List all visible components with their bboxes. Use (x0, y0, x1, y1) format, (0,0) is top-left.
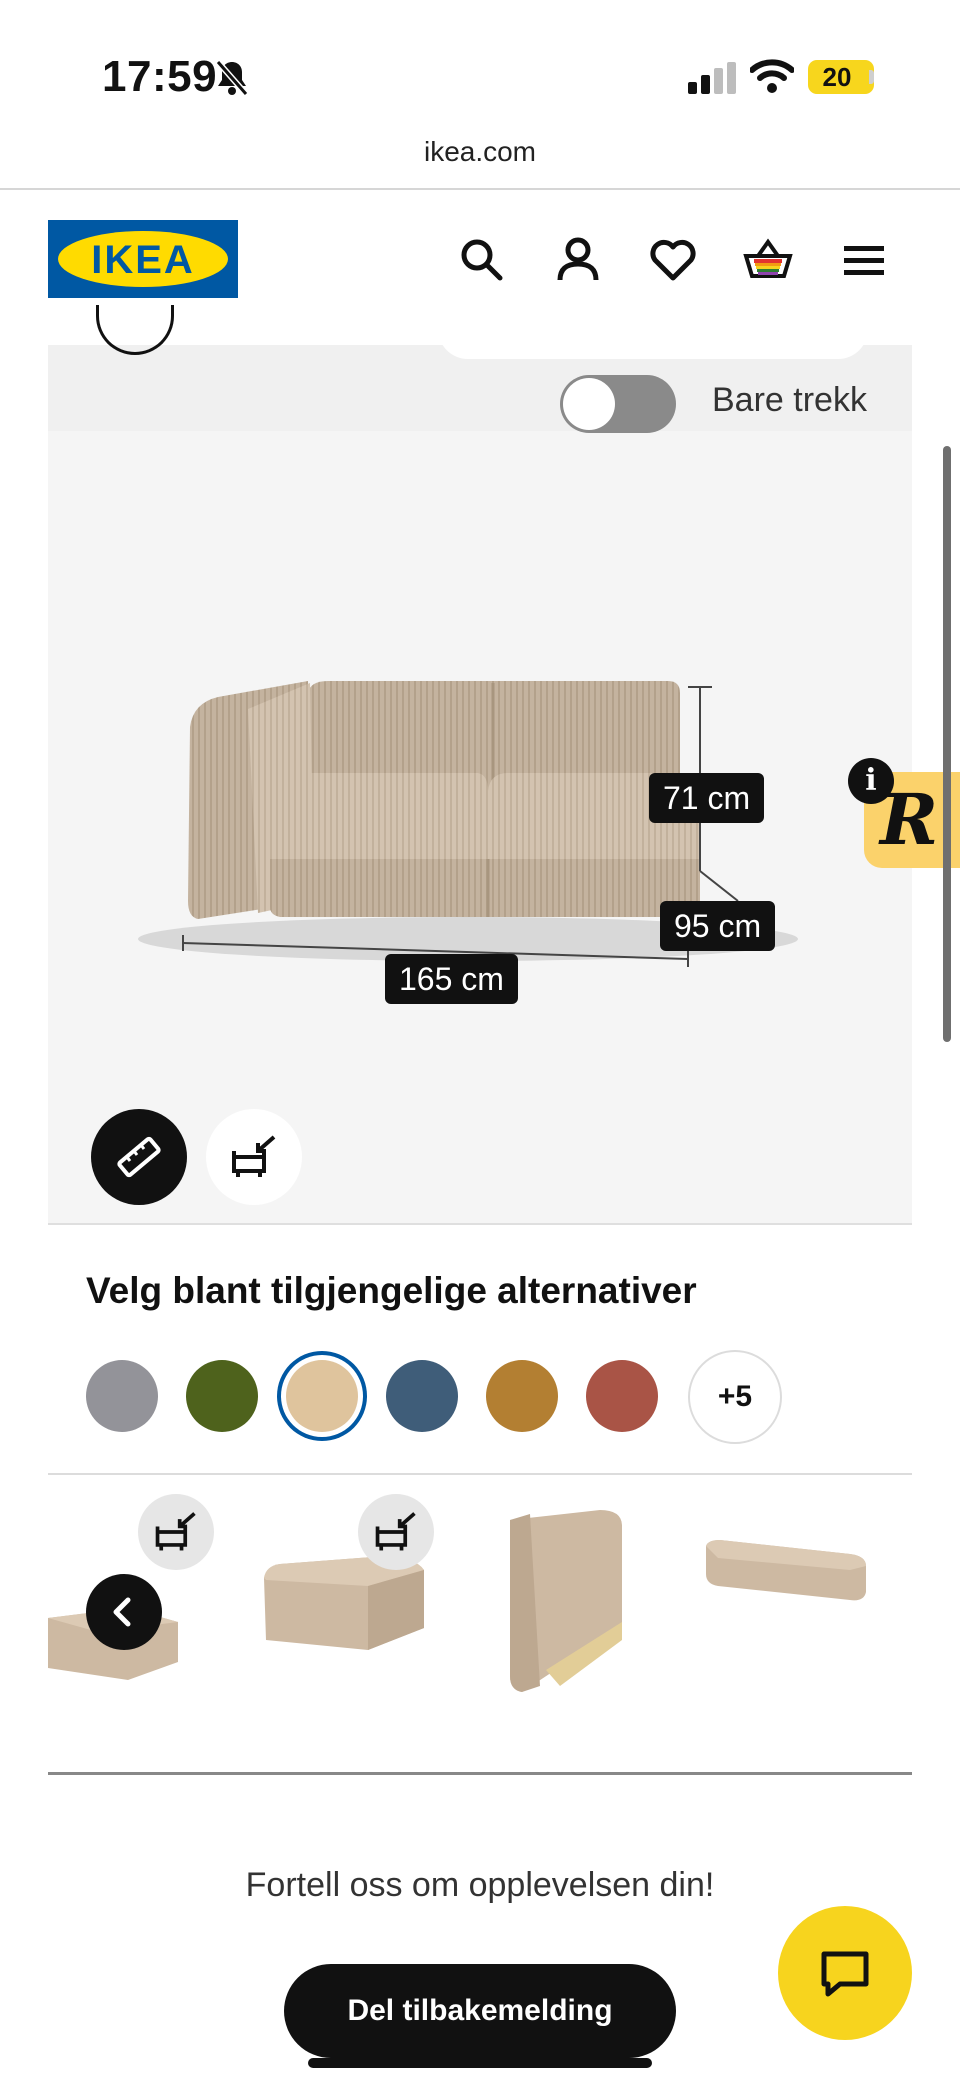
color-swatch-red[interactable] (586, 1360, 658, 1432)
view-controls-strip: Bare trekk (48, 305, 912, 433)
search-icon[interactable] (456, 234, 508, 286)
svg-text:IKEA: IKEA (91, 238, 195, 282)
section-divider (48, 1473, 912, 1475)
status-bar: 17:59 20 (0, 0, 960, 130)
account-icon[interactable] (552, 234, 604, 286)
battery-level: 20 (822, 62, 852, 92)
battery-icon: 20 (808, 60, 874, 94)
width-dimension-label: 165 cm (385, 954, 518, 1004)
carousel-prev-button[interactable] (86, 1574, 162, 1650)
browser-url-bar[interactable]: ikea.com (0, 130, 960, 190)
measurements-button[interactable] (91, 1109, 187, 1205)
sofa-arrow-icon (232, 1135, 276, 1177)
ikea-logo[interactable]: IKEA (48, 220, 238, 298)
partial-circle-button[interactable] (96, 305, 174, 355)
color-swatch-grey[interactable] (86, 1360, 158, 1432)
room-view-badge-1[interactable] (138, 1494, 214, 1570)
basket-icon[interactable] (742, 234, 794, 286)
room-view-button[interactable] (206, 1109, 302, 1205)
cover-only-label: Bare trekk (712, 381, 867, 419)
sofa-arrow-icon (155, 1512, 196, 1551)
info-icon[interactable]: i (848, 758, 894, 804)
chevron-left-icon (113, 1597, 131, 1627)
scrollbar[interactable] (943, 446, 951, 1042)
menu-icon[interactable] (838, 234, 890, 286)
options-title: Velg blant tilgjengelige alternativer (86, 1270, 697, 1311)
color-swatch-green[interactable] (186, 1360, 258, 1432)
home-indicator (308, 2058, 652, 2068)
more-colors-button[interactable]: +5 (688, 1350, 782, 1444)
depth-dimension-label: 95 cm (660, 901, 776, 951)
chat-bubble-icon (821, 1951, 869, 1997)
cellular-signal-icon (688, 62, 738, 94)
module-thumb-4[interactable] (700, 1500, 870, 1720)
ruler-icon (117, 1136, 161, 1178)
height-dimension-label: 71 cm (649, 773, 765, 823)
section-divider-dark (48, 1772, 912, 1775)
chat-button[interactable] (778, 1906, 912, 2040)
color-swatch-ochre[interactable] (486, 1360, 558, 1432)
heart-icon[interactable] (647, 234, 699, 286)
battery-tip (869, 70, 874, 84)
module-thumb-3[interactable] (500, 1500, 630, 1720)
bell-slash-icon (214, 58, 250, 98)
wifi-icon (749, 58, 795, 94)
cover-only-toggle[interactable] (560, 375, 676, 433)
room-view-badge-2[interactable] (358, 1494, 434, 1570)
sofa-arrow-icon (375, 1512, 416, 1551)
status-time: 17:59 (102, 52, 218, 101)
feedback-button[interactable]: Del tilbakemelding (284, 1964, 676, 2058)
color-swatch-beige[interactable] (286, 1360, 358, 1432)
toggle-knob (563, 378, 615, 430)
feedback-prompt: Fortell oss om opplevelsen din! (245, 1866, 715, 1904)
partial-pill-control[interactable] (438, 325, 868, 359)
product-image-area[interactable]: Bare trekk 71 cm 95 cm 165 cm (48, 305, 912, 1225)
url-text: ikea.com (423, 136, 537, 167)
color-swatch-blue[interactable] (386, 1360, 458, 1432)
